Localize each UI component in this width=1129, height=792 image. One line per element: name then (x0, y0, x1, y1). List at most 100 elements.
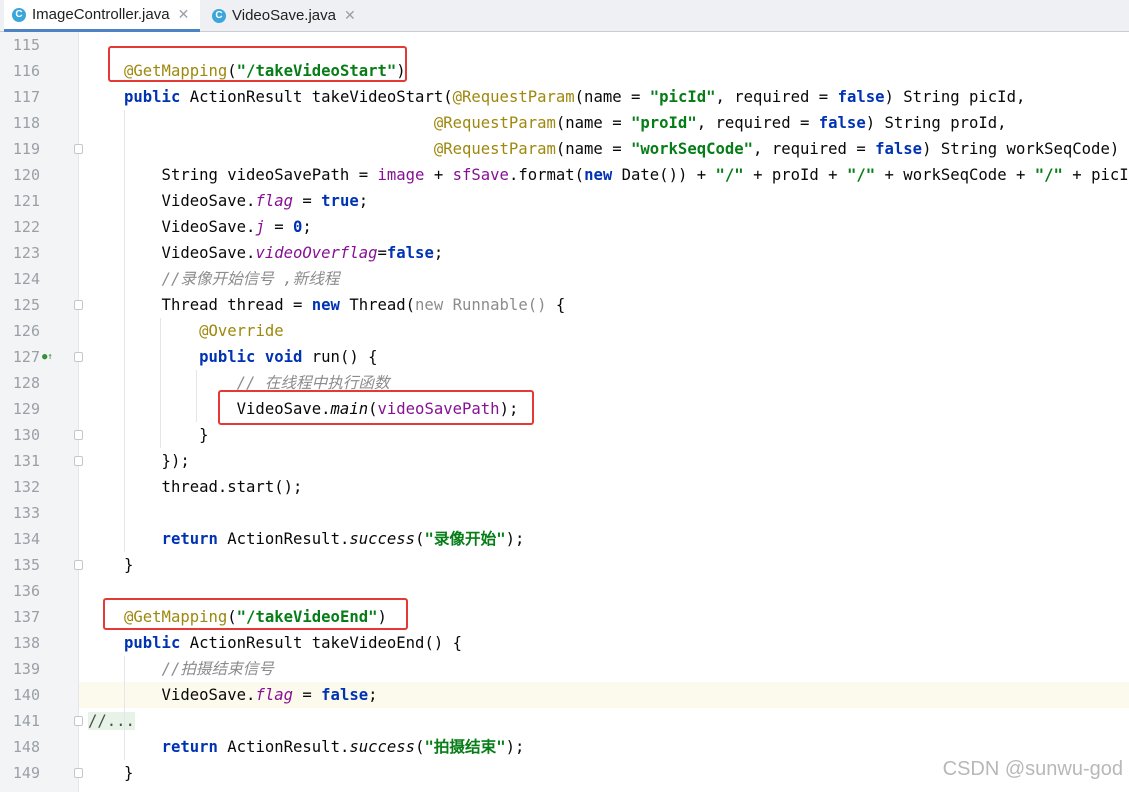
code-token: ; (368, 686, 378, 704)
code-token: new (311, 296, 340, 314)
code-line[interactable]: 117 public ActionResult takeVideoStart(@R… (0, 84, 1129, 110)
highlight-box-getmapping-start (108, 46, 407, 82)
code-token: ; (358, 192, 369, 210)
code-line[interactable]: 140 VideoSave.flag = false; (0, 682, 1129, 708)
line-number: 139 (12, 660, 40, 678)
tab-label: ImageController.java (32, 6, 170, 23)
code-line[interactable]: 141 //... (0, 708, 1129, 734)
line-number: 123 (12, 244, 40, 262)
code-token: public void (199, 348, 303, 366)
code-text: } (124, 422, 208, 448)
code-token: ActionResult. (217, 738, 350, 756)
code-token: = (293, 192, 322, 210)
line-number: 124 (12, 270, 40, 288)
code-line[interactable]: 131 }); (0, 448, 1129, 474)
line-number: 120 (12, 166, 40, 184)
code-token: "workSeqCode" (630, 140, 754, 158)
code-line[interactable]: 130 } (0, 422, 1129, 448)
tab-videosave[interactable]: C VideoSave.java ✕ (204, 0, 364, 31)
line-number: 116 (12, 62, 40, 80)
line-number: 134 (12, 530, 40, 548)
code-token: image (377, 166, 425, 184)
line-number: 128 (12, 374, 40, 392)
code-text: //录像开始信号 ,新线程 (124, 266, 340, 292)
code-token: (name = (555, 114, 631, 132)
code-line[interactable]: 122 VideoSave.j = 0; (0, 214, 1129, 240)
code-line[interactable]: 148 return ActionResult.success("拍摄结束"); (0, 734, 1129, 760)
code-token: = (377, 244, 387, 262)
line-number: 122 (12, 218, 40, 236)
code-token: false (386, 244, 434, 262)
code-token: flag (255, 192, 293, 210)
code-token: ) String workSeqCode) { (922, 140, 1129, 158)
code-text: VideoSave.videoOverflag=false; (124, 240, 444, 266)
code-line[interactable]: 126 @Override (0, 318, 1129, 344)
fold-marker-icon[interactable] (74, 300, 83, 310)
code-line[interactable]: 132 thread.start(); (0, 474, 1129, 500)
code-token: ); (505, 738, 525, 756)
code-line[interactable]: 138 public ActionResult takeVideoEnd() { (0, 630, 1129, 656)
code-line[interactable]: 119 @RequestParam(name = "workSeqCode", … (0, 136, 1129, 162)
code-token: return (161, 738, 218, 756)
fold-marker-icon[interactable] (74, 716, 83, 726)
code-line[interactable]: 139 //拍摄结束信号 (0, 656, 1129, 682)
code-text: VideoSave.flag = false; (124, 682, 378, 708)
code-token: VideoSave. (124, 244, 256, 262)
code-token: = (264, 218, 293, 236)
fold-marker-icon[interactable] (74, 456, 83, 466)
java-class-icon: C (12, 7, 26, 22)
code-token: public (124, 634, 181, 652)
code-token: + workSeqCode + (875, 166, 1035, 184)
line-number: 119 (12, 140, 40, 158)
fold-marker-icon[interactable] (74, 560, 83, 570)
editor-tab-bar: C ImageController.java ✕ C VideoSave.jav… (0, 0, 1129, 32)
code-line[interactable]: 128 // 在线程中执行函数 (0, 370, 1129, 396)
code-token: + proId + (743, 166, 847, 184)
code-token: , required = (715, 88, 838, 106)
code-token: "proId" (630, 114, 697, 132)
code-line[interactable]: 127 ●↑ public void run() { (0, 344, 1129, 370)
indent-guide (196, 370, 197, 422)
code-token: Date()) + (612, 166, 716, 184)
code-line[interactable]: 118 @RequestParam(name = "proId", requir… (0, 110, 1129, 136)
code-token: ActionResult takeVideoStart( (180, 88, 453, 106)
code-line[interactable]: 123 VideoSave.videoOverflag=false; (0, 240, 1129, 266)
close-icon[interactable]: ✕ (178, 6, 190, 23)
code-token: (name = (555, 140, 631, 158)
tab-imagecontroller[interactable]: C ImageController.java ✕ (4, 0, 200, 32)
code-text: return ActionResult.success("录像开始"); (124, 526, 525, 552)
code-token: VideoSave. (124, 218, 256, 236)
code-token: true (321, 192, 359, 210)
fold-marker-icon[interactable] (74, 768, 83, 778)
fold-marker-icon[interactable] (74, 144, 83, 154)
code-line[interactable]: 121 VideoSave.flag = true; (0, 188, 1129, 214)
code-token: } (124, 764, 134, 782)
code-token: success (349, 738, 416, 756)
fold-marker-icon[interactable] (74, 430, 83, 440)
code-line[interactable]: 134 return ActionResult.success("录像开始"); (0, 526, 1129, 552)
code-token: + (424, 166, 453, 184)
code-line[interactable]: 124 //录像开始信号 ,新线程 (0, 266, 1129, 292)
code-line[interactable]: 125 Thread thread = new Thread(new Runna… (0, 292, 1129, 318)
code-line[interactable]: 120 String videoSavePath = image + sfSav… (0, 162, 1129, 188)
code-token: ; (302, 218, 312, 236)
code-text: thread.start(); (124, 474, 303, 500)
line-number: 133 (12, 504, 40, 522)
code-text: public ActionResult takeVideoEnd() { (124, 630, 462, 656)
code-token: .format( (508, 166, 585, 184)
code-line[interactable]: 133 (0, 500, 1129, 526)
code-token: , required = (753, 140, 876, 158)
code-line[interactable]: 129 VideoSave.main(videoSavePath); (0, 396, 1129, 422)
override-icon[interactable]: ●↑ (42, 344, 56, 370)
close-icon[interactable]: ✕ (344, 7, 356, 24)
code-text: return ActionResult.success("拍摄结束"); (124, 734, 525, 760)
code-line[interactable]: 135} (0, 552, 1129, 578)
fold-marker-icon[interactable] (74, 352, 83, 362)
highlight-box-getmapping-end (103, 598, 408, 630)
code-text: //拍摄结束信号 (124, 656, 274, 682)
code-text: } (124, 552, 133, 578)
